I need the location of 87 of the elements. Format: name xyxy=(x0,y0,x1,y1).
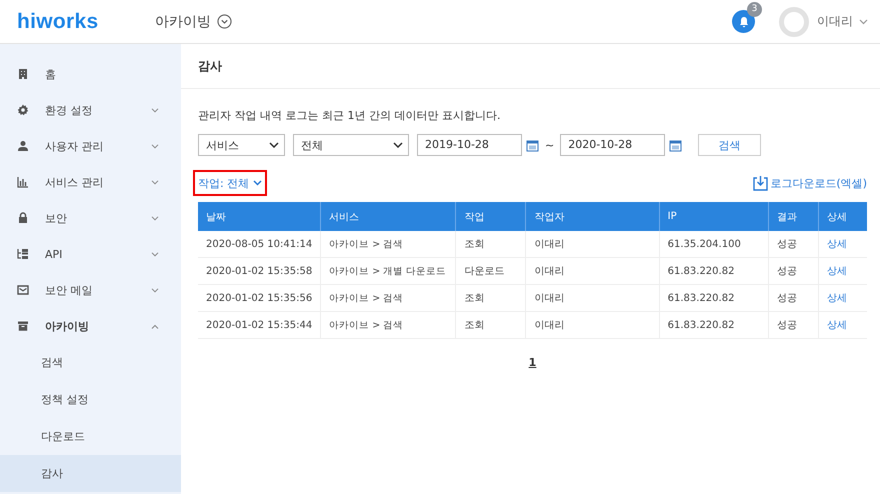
table-cell: 2020-01-02 15:35:44 xyxy=(198,312,321,338)
chevron-down-icon xyxy=(151,108,159,112)
chevron-down-icon xyxy=(151,288,159,292)
table-cell: 61.83.220.82 xyxy=(659,258,768,284)
column-header: 결과 xyxy=(768,202,818,231)
action-filter-dropdown[interactable]: 작업: 전체 xyxy=(193,170,268,196)
detail-link[interactable]: 상세 xyxy=(826,239,847,250)
dropdown[interactable]: 서비스 xyxy=(198,134,285,156)
chevron-down-icon xyxy=(151,216,159,220)
archive-box-icon xyxy=(17,320,29,332)
table-cell: 조회 xyxy=(456,284,526,312)
table-cell: 성공 xyxy=(768,258,818,284)
range-separator: ~ xyxy=(545,138,554,152)
table-cell: 조회 xyxy=(456,231,526,258)
sidebar-item[interactable]: 보안 메일 xyxy=(0,272,181,308)
chevron-up-icon xyxy=(151,324,159,328)
table-cell: 성공 xyxy=(768,284,818,312)
column-header: 상세 xyxy=(818,202,867,231)
chevron-down-icon xyxy=(253,180,262,186)
chevron-down-icon xyxy=(151,144,159,148)
dropdown[interactable]: 전체 xyxy=(293,134,409,156)
table-cell: 2020-01-02 15:35:58 xyxy=(198,258,321,284)
lock-icon xyxy=(17,212,29,224)
table-cell: 이대리 xyxy=(526,284,660,312)
gear-icon xyxy=(17,104,29,116)
table-cell: 이대리 xyxy=(526,312,660,338)
caret-icon xyxy=(393,142,403,148)
app-menu[interactable]: 아카이빙 xyxy=(155,12,232,30)
table-cell: 아카이브 > 검색 xyxy=(320,284,456,312)
user-menu[interactable]: 이대리 xyxy=(817,13,868,30)
sidebar-subitem[interactable]: 정책 설정 xyxy=(0,381,181,418)
chevron-down-icon xyxy=(151,180,159,184)
table-cell: 이대리 xyxy=(526,231,660,258)
table-cell: 아카이브 > 개별 다운로드 xyxy=(320,258,456,284)
table-cell: 61.35.204.100 xyxy=(659,231,768,258)
download-link[interactable]: 로그다운로드(엑셀) xyxy=(753,175,867,191)
building-icon xyxy=(17,68,29,80)
sidebar-subitem[interactable]: 다운로드 xyxy=(0,418,181,455)
table-cell: 61.83.220.82 xyxy=(659,312,768,338)
sidebar-subitem[interactable]: 감사 xyxy=(0,455,181,492)
chevron-down-icon xyxy=(859,18,868,24)
page-link[interactable]: 1 xyxy=(528,356,536,369)
table-cell: 조회 xyxy=(456,312,526,338)
sidebar-item[interactable]: 사용자 관리 xyxy=(0,128,181,164)
table-cell: 아카이브 > 검색 xyxy=(320,312,456,338)
download-icon xyxy=(753,175,768,191)
page-title: 감사 xyxy=(181,44,880,89)
sidebar-item[interactable]: 아카이빙 xyxy=(0,308,181,344)
column-header: IP xyxy=(659,202,768,231)
column-header: 날짜 xyxy=(198,202,321,231)
sidebar-item[interactable]: 환경 설정 xyxy=(0,92,181,128)
table-cell: 2020-08-05 10:41:14 xyxy=(198,231,321,258)
sidebar-item[interactable]: API xyxy=(0,236,181,272)
detail-link[interactable]: 상세 xyxy=(826,293,847,304)
table-cell: 성공 xyxy=(768,231,818,258)
envelope-icon xyxy=(17,284,29,296)
column-header: 서비스 xyxy=(320,202,456,231)
notification-button[interactable] xyxy=(732,10,755,33)
hierarchy-icon xyxy=(17,248,29,260)
sidebar-subitem[interactable]: 검색 xyxy=(0,344,181,381)
detail-link[interactable]: 상세 xyxy=(826,266,847,277)
table-cell: 아카이브 > 검색 xyxy=(320,231,456,258)
calendar-icon xyxy=(669,138,682,152)
notification-badge: 3 xyxy=(747,2,762,17)
person-icon xyxy=(17,140,29,152)
calendar-icon xyxy=(526,138,539,152)
bell-icon xyxy=(738,16,750,28)
bar-chart-icon xyxy=(17,176,29,188)
table-cell: 이대리 xyxy=(526,258,660,284)
column-header: 작업 xyxy=(456,202,526,231)
table-cell: 61.83.220.82 xyxy=(659,284,768,312)
sidebar-item[interactable]: 보안 xyxy=(0,200,181,236)
chevron-circle-icon xyxy=(217,14,232,29)
date-field[interactable]: 2020-10-28 xyxy=(560,134,666,156)
detail-link[interactable]: 상세 xyxy=(826,320,847,331)
logo[interactable]: hiworks xyxy=(0,10,155,34)
date-field[interactable]: 2019-10-28 xyxy=(417,134,522,156)
sidebar-item[interactable]: 서비스 관리 xyxy=(0,164,181,200)
notice-text: 관리자 작업 내역 로그는 최근 1년 간의 데이터만 표시합니다. xyxy=(198,108,502,123)
column-header: 작업자 xyxy=(526,202,660,231)
table-cell: 성공 xyxy=(768,312,818,338)
caret-icon xyxy=(269,142,279,148)
search-button[interactable]: 검색 xyxy=(698,134,762,156)
sidebar-item[interactable]: 홈 xyxy=(0,56,181,92)
table-cell: 다운로드 xyxy=(456,258,526,284)
chevron-down-icon xyxy=(151,252,159,256)
table-cell: 2020-01-02 15:35:56 xyxy=(198,284,321,312)
